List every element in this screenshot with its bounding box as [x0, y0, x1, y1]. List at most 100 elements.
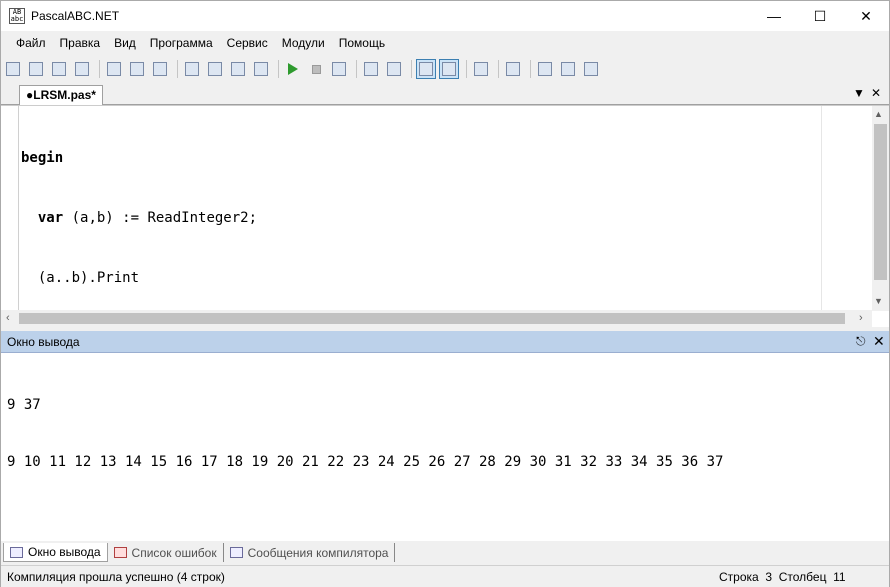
new-file-button[interactable] — [3, 59, 23, 79]
compiler-messages-icon — [229, 547, 243, 558]
toolbar-separator — [498, 60, 499, 78]
console-button[interactable] — [416, 59, 436, 79]
debug-r-button[interactable] — [581, 59, 601, 79]
format-icon — [474, 62, 488, 76]
cursor-position: Строка 3 Столбец 11 — [719, 570, 846, 584]
window-title: PascalABC.NET — [31, 9, 120, 23]
pin-icon[interactable]: ⎋ — [856, 334, 866, 349]
scroll-left-icon[interactable]: ‹ — [6, 312, 10, 324]
scroll-down-icon[interactable]: ▼ — [874, 296, 883, 306]
open-folder-button[interactable] — [26, 59, 46, 79]
output-window-icon — [10, 546, 23, 558]
run-icon — [288, 63, 298, 75]
output-text: 9 37 9 10 11 12 13 14 15 16 17 18 19 20 … — [7, 358, 723, 510]
status-message: Компиляция прошла успешно (4 строк) — [7, 570, 225, 584]
cut-icon — [107, 62, 121, 76]
find-button[interactable] — [228, 59, 248, 79]
document-tab-bar: ●LRSM.pas* ▼ ✕ — [1, 83, 889, 105]
menu-service[interactable]: Сервис — [220, 36, 275, 50]
tab-error-list-label: Список ошибок — [131, 545, 217, 560]
tab-error-list[interactable]: Список ошибок — [108, 543, 224, 562]
editor-vertical-scrollbar[interactable]: ▲ ▼ — [872, 106, 889, 311]
debug-d-button[interactable] — [535, 59, 555, 79]
run-button[interactable] — [283, 59, 303, 79]
paste-button[interactable] — [150, 59, 170, 79]
app-window: AB abc PascalABC.NET — ☐ ✕ Файл Правка Ви… — [0, 0, 890, 587]
debug-l-icon — [561, 62, 575, 76]
tab-compiler-messages[interactable]: Сообщения компилятора — [224, 543, 396, 562]
editor-horizontal-scrollbar[interactable]: ‹ › — [1, 310, 872, 327]
output-panel[interactable]: 9 37 9 10 11 12 13 14 15 16 17 18 19 20 … — [1, 353, 889, 541]
debug-d-icon — [538, 62, 552, 76]
compile-button[interactable] — [329, 59, 349, 79]
text-output-icon — [442, 62, 456, 76]
close-output-icon[interactable]: ✕ — [873, 333, 885, 350]
horizontal-scroll-thumb[interactable] — [19, 313, 845, 324]
title-bar: AB abc PascalABC.NET — ☐ ✕ — [1, 1, 889, 31]
console-icon — [419, 62, 433, 76]
output-panel-title: Окно вывода — [7, 335, 80, 349]
scroll-up-icon[interactable]: ▲ — [874, 109, 883, 119]
debug-r-icon — [584, 62, 598, 76]
step-into-icon — [364, 62, 378, 76]
error-list-icon — [113, 547, 127, 558]
toolbar-separator — [411, 60, 412, 78]
menu-view[interactable]: Вид — [107, 36, 143, 50]
format-button[interactable] — [471, 59, 491, 79]
right-margin-line — [821, 106, 822, 311]
find-icon — [231, 62, 245, 76]
undo-button[interactable] — [182, 59, 202, 79]
copy-button[interactable] — [127, 59, 147, 79]
debug-l-button[interactable] — [558, 59, 578, 79]
menu-help[interactable]: Помощь — [332, 36, 392, 50]
editor-gutter — [1, 106, 19, 311]
save-button[interactable] — [49, 59, 69, 79]
step-over-button[interactable] — [384, 59, 404, 79]
cut-button[interactable] — [104, 59, 124, 79]
redo-icon — [208, 62, 222, 76]
scroll-right-icon[interactable]: › — [859, 312, 863, 324]
menu-edit[interactable]: Правка — [53, 36, 108, 50]
open-folder-icon — [29, 62, 43, 76]
toolbar-separator — [278, 60, 279, 78]
copy-icon — [130, 62, 144, 76]
menu-program[interactable]: Программа — [143, 36, 220, 50]
save-all-button[interactable] — [72, 59, 92, 79]
toolbar-separator — [99, 60, 100, 78]
bottom-tab-bar: Окно вывода Список ошибок Сообщения комп… — [1, 542, 889, 563]
intellisense-button[interactable] — [503, 59, 523, 79]
text-output-button[interactable] — [439, 59, 459, 79]
vertical-scroll-thumb[interactable] — [874, 124, 887, 280]
save-all-icon — [75, 62, 89, 76]
intellisense-icon — [506, 62, 520, 76]
output-line-2: 9 10 11 12 13 14 15 16 17 18 19 20 21 22… — [7, 454, 724, 470]
maximize-button[interactable]: ☐ — [797, 1, 843, 31]
stop-button[interactable] — [306, 59, 326, 79]
stop-icon — [311, 64, 321, 74]
menu-bar: Файл Правка Вид Программа Сервис Модули … — [1, 31, 889, 55]
replace-button[interactable] — [251, 59, 271, 79]
toolbar-separator — [466, 60, 467, 78]
output-panel-header: Окно вывода ⎋ ✕ — [1, 331, 889, 353]
tab-output-window-label: Окно вывода — [28, 545, 101, 559]
redo-button[interactable] — [205, 59, 225, 79]
step-into-button[interactable] — [361, 59, 381, 79]
tab-lrsm-pas[interactable]: ●LRSM.pas* — [19, 85, 103, 105]
compile-icon — [332, 62, 346, 76]
minimize-button[interactable]: — — [751, 1, 797, 31]
toolbar-separator — [356, 60, 357, 78]
menu-modules[interactable]: Модули — [275, 36, 332, 50]
tab-list-dropdown-icon[interactable]: ▼ — [853, 86, 865, 100]
step-over-icon — [387, 62, 401, 76]
paste-icon — [153, 62, 167, 76]
code-line-3: (a..b).Print — [21, 270, 140, 286]
row-label: Строка — [719, 570, 759, 584]
save-icon — [52, 62, 66, 76]
row-value: 3 — [765, 570, 773, 584]
menu-file[interactable]: Файл — [9, 36, 53, 50]
close-tab-icon[interactable]: ✕ — [871, 86, 881, 100]
tab-output-window[interactable]: Окно вывода — [3, 543, 108, 562]
close-window-button[interactable]: ✕ — [843, 1, 889, 31]
code-line-1: begin — [21, 150, 64, 166]
code-editor[interactable]: begin var (a,b) := ReadInteger2; (a..b).… — [1, 105, 889, 346]
